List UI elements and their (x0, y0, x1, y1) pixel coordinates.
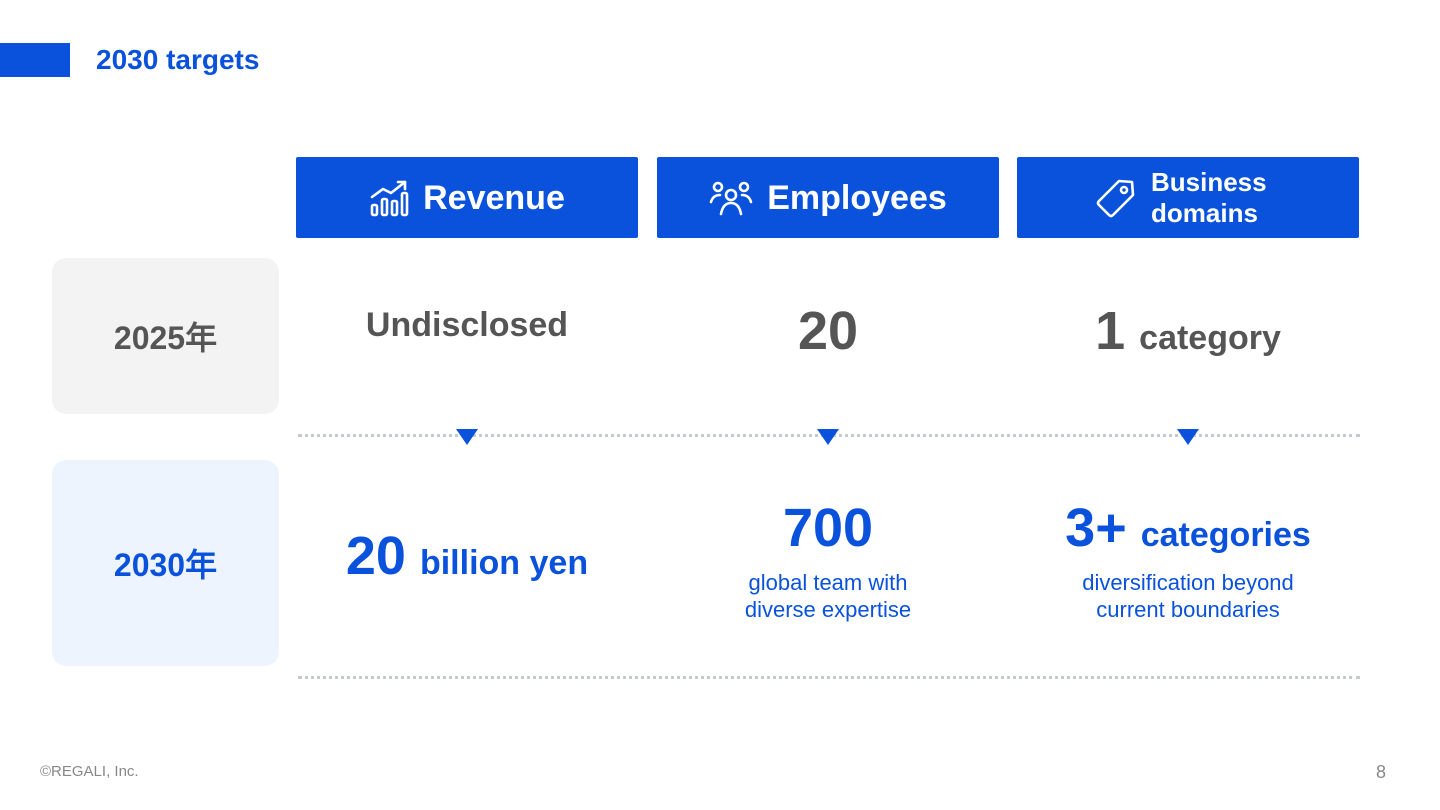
domains-desc-line2: current boundaries (1096, 597, 1280, 622)
header-business-domains: Business domains (1017, 157, 1359, 238)
employees-desc-line2: diverse expertise (744, 597, 912, 622)
domains-2030-unit: categories (1140, 516, 1311, 554)
employees-2030-description: global team with diverse expertise (657, 569, 999, 623)
domains-2025-unit: category (1139, 319, 1281, 357)
bottom-divider (298, 676, 1360, 679)
year-label-2030: 2030年 (52, 460, 279, 666)
header-revenue: Revenue (296, 157, 638, 238)
employees-2030: 700 global team with diverse expertise (657, 497, 999, 623)
employees-2025: 20 (657, 300, 999, 370)
header-domains-line2: domains (1151, 197, 1258, 228)
domains-2025: 1 category (1017, 300, 1359, 370)
employees-2030-value: 700 (782, 498, 874, 558)
employees-2025-value: 20 (797, 301, 859, 361)
header-employees: Employees (657, 157, 999, 238)
domains-desc-line1: diversification beyond (1082, 570, 1294, 595)
title-accent-bar (0, 43, 70, 77)
down-arrow-icon (1177, 429, 1199, 445)
page-title: 2030 targets (96, 44, 260, 75)
employees-desc-line1: global team with (748, 570, 908, 595)
header-revenue-label: Revenue (423, 178, 565, 217)
header-business-domains-label: Business domains (1151, 167, 1281, 229)
year-label-2025: 2025年 (52, 258, 279, 414)
page-number: 8 (1375, 762, 1386, 782)
domains-2030: 3+ categories diversification beyond cur… (1017, 497, 1359, 623)
revenue-2030-value: 20 (345, 526, 406, 586)
down-arrow-icon (817, 429, 839, 445)
people-group-icon (709, 180, 753, 216)
domains-2030-value: 3+ (1065, 498, 1127, 558)
copyright-footer: ©REGALI, Inc. (40, 763, 139, 780)
domains-2025-value: 1 (1095, 301, 1126, 361)
revenue-2025: Undisclosed (365, 306, 569, 344)
header-domains-line1: Business (1151, 166, 1267, 197)
down-arrow-icon (456, 429, 478, 445)
bar-chart-growth-icon (369, 179, 409, 217)
revenue-2030: 20 billion yen (296, 525, 638, 587)
header-employees-label: Employees (767, 178, 947, 217)
domains-2030-description: diversification beyond current boundarie… (1017, 569, 1359, 623)
revenue-2030-unit: billion yen (419, 544, 589, 582)
tag-icon (1095, 177, 1137, 219)
